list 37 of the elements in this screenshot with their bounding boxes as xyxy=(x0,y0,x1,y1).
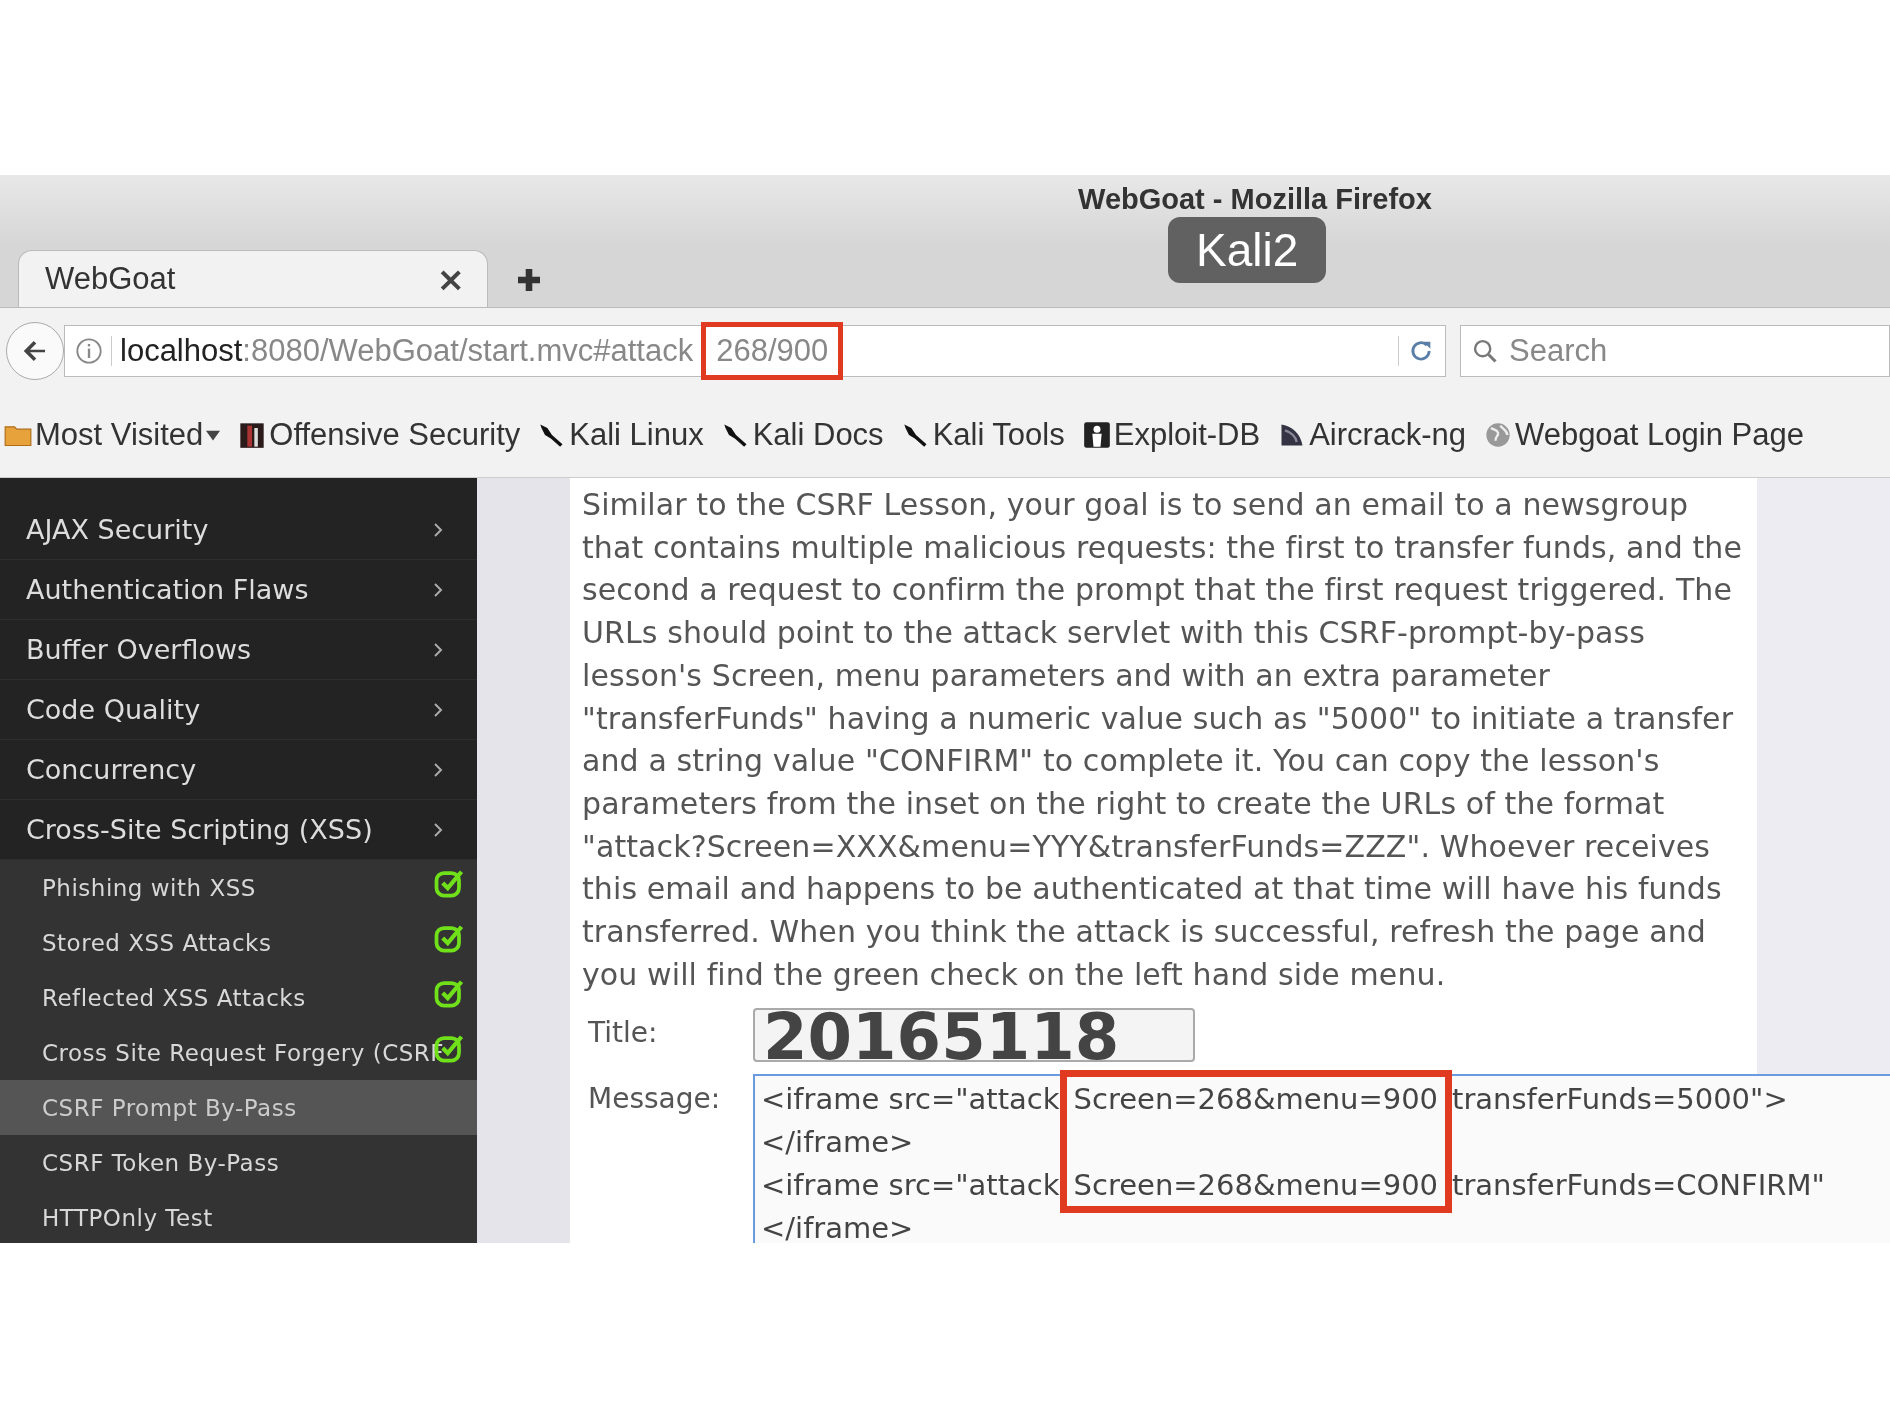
new-tab-icon[interactable] xyxy=(518,269,540,291)
browser-tab[interactable]: WebGoat × xyxy=(18,250,488,307)
chevron-icon xyxy=(433,582,443,597)
field-label: Message: xyxy=(587,1081,722,1116)
search-field[interactable]: Search xyxy=(1460,324,1890,377)
lesson-item[interactable]: Phishing with XSS xyxy=(0,860,477,915)
bookmark-item[interactable]: Offensive Security xyxy=(238,417,521,453)
bookmark-item[interactable]: Aircrack-ng xyxy=(1278,417,1466,453)
bookmark-item[interactable]: Kali Linux xyxy=(538,417,704,453)
bookmark-item[interactable]: Most Visited xyxy=(4,417,221,453)
chevron-icon xyxy=(433,822,443,837)
lesson-item[interactable]: Stored XSS Attacks xyxy=(0,915,477,970)
lesson-item[interactable]: HTTPOnly Test xyxy=(0,1190,477,1243)
field-label: Title: xyxy=(587,1015,659,1050)
close-tab-button[interactable]: × xyxy=(436,259,465,299)
address-bar[interactable]: localhost:8080/WebGoat/start.mvc#attack 268/900 xyxy=(64,324,1446,377)
highlighted-url-part: 268/900 xyxy=(701,321,844,380)
title-field[interactable]: 20165118 xyxy=(753,1008,1195,1063)
lesson-item[interactable]: CSRF Prompt By-Pass xyxy=(0,1080,477,1135)
bookmark-item[interactable]: Exploit-DB xyxy=(1082,417,1261,453)
lesson-item[interactable]: Reflected XSS Attacks xyxy=(0,970,477,1025)
figure-icon xyxy=(1082,421,1111,449)
bookmark-item[interactable]: Kali Docs xyxy=(721,417,884,453)
bookmark-item[interactable]: Webgoat Login Page xyxy=(1483,417,1804,453)
lesson-description: Similar to the CSRF Lesson, your goal is to send an email to a newsgroup that contains multiple malicious requests: the first to transfer funds, and the second a request to confirm the prompt that the first request triggered. The URLs should point to the attack servlet with this CSRF-prompt-by-pass lesson's Screen, menu parameters and with an extra parameter "transferFunds" having a numeric value such as "5000" to initiate a transfer and a string value "CONFIRM" to complete it. You can copy the lesson's parameters from the inset on the right to create the URLs of the format "attack?Screen=XXX&menu=YYY&transferFunds=ZZZ". Whoever receives this email and happens to be authenticated at that time will have his funds transferred. When you think the attack is successful, refresh the page and you will find the green check on the left hand side menu. xyxy=(582,486,1743,994)
lesson-item[interactable]: CSRF Token By-Pass xyxy=(0,1135,477,1190)
overlay-label: Kali2 xyxy=(1168,217,1327,283)
chevron-icon xyxy=(433,642,443,657)
window-title: WebGoat - Mozilla Firefox xyxy=(1078,183,1432,216)
tab-title: WebGoat xyxy=(45,261,176,297)
chevron-icon xyxy=(433,762,443,777)
chevron-icon xyxy=(433,702,443,717)
info-icon[interactable] xyxy=(75,336,103,365)
caret-icon xyxy=(206,428,221,442)
chevron-icon xyxy=(433,522,443,537)
bookmark-item[interactable]: Kali Tools xyxy=(901,417,1065,453)
url-text: localhost:8080/WebGoat/start.mvc#attack xyxy=(120,332,694,369)
